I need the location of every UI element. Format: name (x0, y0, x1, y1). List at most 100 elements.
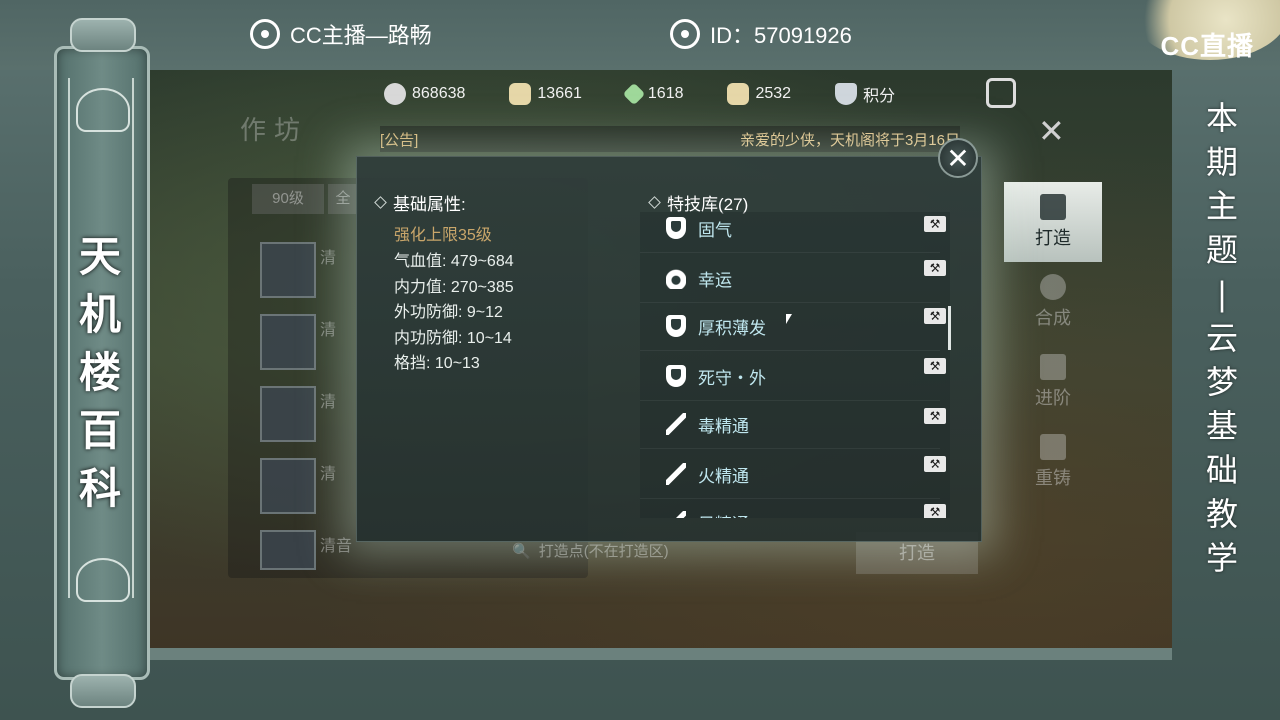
settings-icon[interactable] (986, 78, 1016, 108)
resource-value: 积分 (863, 88, 896, 105)
topic-char: 础 (1205, 451, 1238, 489)
jade-icon (622, 82, 646, 106)
topic-char: 基 (1205, 407, 1238, 445)
tab-label: 重铸 (1035, 468, 1071, 488)
brand-logo: CC直播 (1160, 31, 1254, 61)
attributes-title: 基础属性: (374, 190, 616, 215)
skill-name: 厚积薄发 (698, 318, 766, 338)
blade-icon (666, 463, 686, 485)
topic-char: 学 (1205, 539, 1238, 577)
tab-label: 打造 (1035, 228, 1071, 248)
ornament-icon (76, 558, 130, 602)
silver-icon (509, 83, 532, 105)
tab-advance[interactable]: 进阶 (1004, 342, 1102, 422)
search-icon: 🔍 (512, 542, 531, 560)
item-slot[interactable] (260, 314, 316, 370)
topic-char: | (1216, 275, 1228, 313)
divider (640, 400, 940, 401)
hammer-icon[interactable]: ⚒ (924, 308, 946, 324)
enhance-limit: 强化上限35级 (394, 227, 492, 244)
hammer-icon[interactable]: ⚒ (924, 456, 946, 472)
skill-name: 死守・外 (698, 368, 766, 388)
resource-value: 2532 (755, 85, 792, 102)
list-item[interactable]: 固气 (666, 212, 732, 250)
coin-icon (384, 83, 406, 105)
forge-point-hint: 🔍 打造点(不在打造区) (512, 540, 669, 561)
blade-icon (666, 413, 686, 435)
workshop-nav: 打造 合成 进阶 重铸 (1004, 182, 1102, 502)
workshop-title: 作坊 (240, 115, 309, 145)
shield-icon (666, 315, 686, 337)
tab-label: 合成 (1035, 308, 1071, 328)
tab-synth[interactable]: 合成 (1004, 262, 1102, 342)
item-label: 清 (320, 250, 337, 267)
list-item[interactable]: 死守・外 (666, 354, 766, 398)
resource-coin[interactable]: 868638 (384, 83, 465, 105)
list-item[interactable]: 毒精通 (666, 402, 749, 446)
diamond-icon (374, 196, 387, 209)
scroll-char: 天 (78, 232, 121, 281)
divider (640, 498, 940, 499)
item-slot[interactable] (260, 530, 316, 570)
tab-forge[interactable]: 打造 (1004, 182, 1102, 262)
streamer-name-text: CC主播—路畅 (290, 23, 432, 48)
forge-icon (1040, 194, 1066, 220)
blade-icon (666, 511, 686, 518)
scroll-rod-bottom (70, 674, 136, 708)
item-slot[interactable] (260, 458, 316, 514)
item-label: 清 (320, 394, 337, 411)
list-item[interactable]: 火精通 (666, 452, 749, 496)
attribute-row: 气血值: 479~684 (394, 253, 514, 270)
list-item[interactable]: 目精通 (666, 500, 749, 518)
room-id: ID：57091926 (670, 18, 852, 50)
shield-icon (666, 217, 686, 239)
divider (640, 350, 940, 351)
hammer-icon[interactable]: ⚒ (924, 504, 946, 518)
topic-char: 本 (1205, 99, 1238, 137)
resource-value: 868638 (412, 85, 466, 102)
skill-list[interactable]: 固气 ⚒ 幸运 ⚒ 厚积薄发 ⚒ 死守・外 ⚒ 毒精通 ⚒ 火精通 ⚒ 目精通 … (640, 212, 950, 518)
item-slot[interactable] (260, 386, 316, 442)
skill-name: 毒精通 (698, 416, 749, 436)
resource-bag[interactable]: 2532 (727, 83, 791, 105)
item-label: 清 (320, 466, 337, 483)
topic-char: 主 (1205, 187, 1238, 225)
mouse-cursor-icon (786, 314, 792, 324)
attribute-row: 内力值: 270~385 (394, 278, 514, 296)
topic-char: 云 (1205, 319, 1238, 357)
resource-silver[interactable]: 13661 (509, 83, 582, 105)
hammer-icon[interactable]: ⚒ (924, 260, 946, 276)
tab-recast[interactable]: 重铸 (1004, 422, 1102, 502)
base-attributes: 基础属性: 强化上限35级 气血值: 479~684 内力值: 270~385 … (374, 190, 616, 377)
item-label: 清 (320, 322, 337, 339)
list-item[interactable]: 幸运 (666, 256, 732, 300)
scroll-char: 楼 (78, 348, 121, 397)
resource-jade[interactable]: 1618 (622, 82, 684, 106)
hammer-icon[interactable]: ⚒ (924, 408, 946, 424)
scroll-banner: 天 机 楼 百 科 (52, 18, 150, 708)
divider (640, 448, 940, 449)
skill-list-scrollbar[interactable] (948, 306, 951, 350)
workshop-close-icon[interactable]: ✕ (1038, 112, 1065, 150)
resource-bar: 868638 13661 1618 2532 积分 (384, 76, 1184, 112)
topic-char: 期 (1205, 143, 1238, 181)
hammer-icon[interactable]: ⚒ (924, 216, 946, 232)
resource-points[interactable]: 积分 (835, 82, 895, 106)
flame-icon (666, 267, 686, 289)
resource-value: 13661 (537, 85, 582, 102)
list-item[interactable]: 厚积薄发 (666, 304, 766, 348)
level-filter[interactable]: 90级 (252, 184, 324, 214)
category-filter[interactable]: 全 (328, 184, 358, 214)
attributes-title-text: 基础属性: (393, 195, 466, 214)
resource-value: 1618 (647, 85, 684, 102)
announcement-bar: [公告] 亲爱的少侠，天机阁将于3月16日 (380, 126, 960, 152)
hammer-icon[interactable]: ⚒ (924, 358, 946, 374)
topic-char: 题 (1205, 231, 1238, 269)
topic-char: 梦 (1205, 363, 1238, 401)
announcement-tag: [公告] (380, 131, 419, 149)
bag-icon (727, 83, 750, 105)
item-slot[interactable] (260, 242, 316, 298)
cc-logo-icon (250, 19, 280, 49)
modal-close-button[interactable]: ✕ (938, 138, 978, 178)
skill-name: 幸运 (698, 270, 732, 290)
